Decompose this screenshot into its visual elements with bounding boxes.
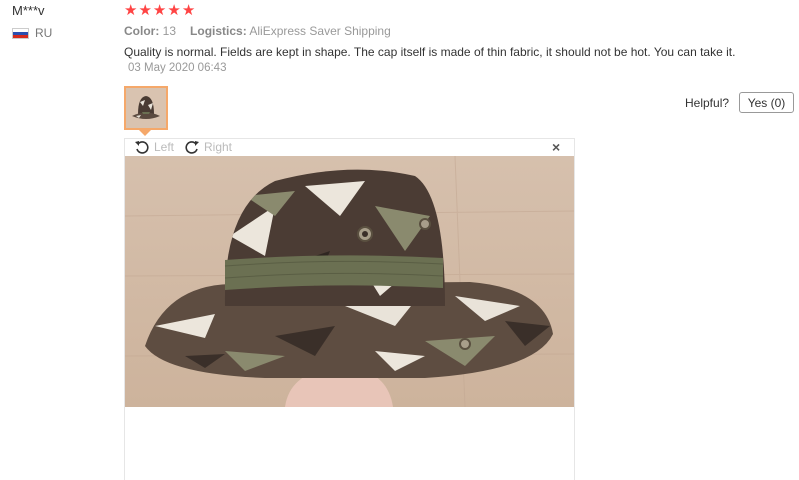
- hat-thumbnail-image: [126, 88, 166, 128]
- star-icon: ★: [167, 2, 181, 19]
- camo-bucket-hat-image: [125, 156, 574, 407]
- star-icon: ★: [152, 2, 167, 19]
- close-viewer-button[interactable]: ×: [552, 139, 560, 155]
- star-icon: ★: [124, 2, 138, 19]
- rotate-right-label: Right: [204, 140, 233, 154]
- star-icon: ★: [138, 2, 152, 19]
- star-icon: ★: [181, 2, 196, 19]
- logistics-info: Logistics: AliExpress Saver Shipping: [190, 24, 391, 38]
- rotate-left-label: Left: [154, 140, 175, 154]
- star-rating: ★ ★ ★ ★ ★: [124, 3, 195, 18]
- logistics-value: AliExpress Saver Shipping: [249, 24, 391, 38]
- review-meta: Color: 13 Logistics: AliExpress Saver Sh…: [124, 24, 391, 38]
- color-value: 13: [162, 24, 177, 38]
- review-text: Quality is normal. Fields are kept in sh…: [124, 45, 736, 59]
- rotate-left-button[interactable]: Left: [134, 139, 174, 155]
- rotate-right-icon: [185, 141, 199, 154]
- russia-flag-icon: [12, 27, 29, 39]
- thumbnail-pointer: [139, 130, 151, 136]
- country-code: RU: [35, 26, 53, 40]
- reviewer-name: M***v: [12, 3, 45, 18]
- color-info: Color: 13: [124, 24, 176, 38]
- rotate-right-button[interactable]: Right: [184, 139, 232, 155]
- rotate-left-icon: [135, 141, 149, 154]
- review-date: 03 May 2020 06:43: [128, 62, 227, 74]
- color-label: Color:: [124, 24, 160, 38]
- reviewer-country: RU: [12, 26, 52, 40]
- logistics-label: Logistics:: [190, 24, 247, 38]
- review-photo-large: [125, 156, 574, 407]
- helpful-label: Helpful?: [685, 96, 730, 110]
- review-photo-thumbnail[interactable]: [124, 86, 168, 130]
- helpful-yes-button[interactable]: Yes (0): [739, 92, 794, 113]
